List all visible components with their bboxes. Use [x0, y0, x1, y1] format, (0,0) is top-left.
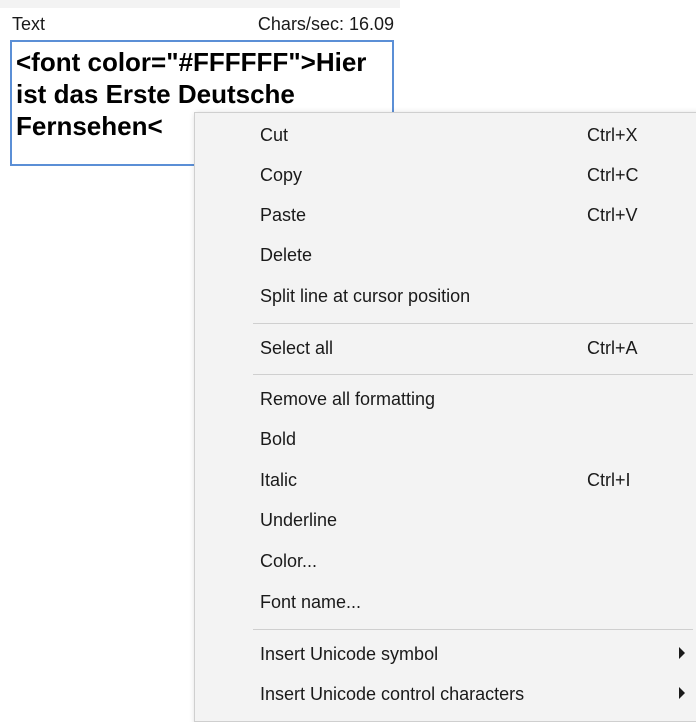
editor-header: Text Chars/sec: 16.09 — [12, 14, 394, 36]
menu-separator — [253, 323, 693, 324]
menu-item-insert-unicode-control[interactable]: Insert Unicode control characters — [195, 675, 687, 715]
menu-item-delete[interactable]: Delete — [195, 236, 687, 276]
menu-item-color[interactable]: Color... — [195, 542, 687, 582]
menu-item-cut[interactable]: Cut Ctrl+X — [195, 116, 687, 156]
editor-top-strip — [0, 0, 400, 8]
menu-item-paste[interactable]: Paste Ctrl+V — [195, 196, 687, 236]
menu-item-copy[interactable]: Copy Ctrl+C — [195, 156, 687, 196]
menu-item-italic[interactable]: Italic Ctrl+I — [195, 461, 687, 501]
text-column-label: Text — [12, 14, 46, 34]
submenu-arrow-icon — [679, 687, 685, 699]
menu-item-select-all[interactable]: Select all Ctrl+A — [195, 329, 687, 369]
menu-item-insert-unicode-symbol[interactable]: Insert Unicode symbol — [195, 635, 687, 675]
menu-item-split-line[interactable]: Split line at cursor position — [195, 277, 687, 317]
menu-separator — [253, 629, 693, 630]
menu-item-bold[interactable]: Bold — [195, 420, 687, 460]
menu-item-font-name[interactable]: Font name... — [195, 583, 687, 623]
menu-separator — [253, 374, 693, 375]
chars-per-second: Chars/sec: 16.09 — [257, 14, 394, 34]
menu-item-underline[interactable]: Underline — [195, 501, 687, 541]
submenu-arrow-icon — [679, 647, 685, 659]
context-menu: Cut Ctrl+X Copy Ctrl+C Paste Ctrl+V Dele… — [194, 112, 696, 722]
menu-item-remove-formatting[interactable]: Remove all formatting — [195, 380, 687, 420]
